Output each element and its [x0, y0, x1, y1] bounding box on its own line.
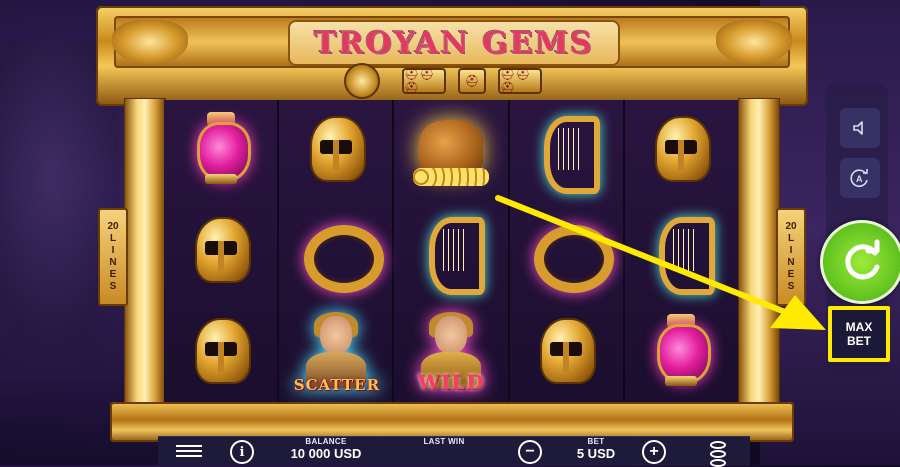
max-bet-button[interactable]: MAX BET	[828, 306, 890, 362]
gold-harp-symbol	[643, 211, 719, 295]
gold-harp-symbol	[528, 110, 604, 195]
reel-column: SCATTER	[279, 100, 393, 402]
lines-letter: I	[111, 245, 115, 256]
info-icon: i	[239, 444, 245, 460]
coins-button[interactable]	[710, 441, 726, 467]
lines-letter: N	[109, 257, 117, 268]
coin-stack-icon	[710, 441, 726, 449]
scroll-ornament-right	[716, 20, 792, 64]
lines-indicator-right: 20 L I N E S	[776, 208, 806, 306]
gold-helmet-symbol	[298, 110, 374, 190]
plus-icon: +	[649, 443, 659, 460]
reel-column	[624, 100, 738, 402]
reel-cell	[625, 201, 738, 302]
lines-letter: E	[109, 269, 117, 280]
balance-value: 10 000 USD	[290, 446, 362, 461]
reel-cell: SCATTER	[279, 301, 392, 402]
column-left	[124, 98, 166, 406]
reel-cell	[164, 100, 277, 201]
reel-cell	[164, 201, 277, 302]
scatter-label: SCATTER	[293, 375, 381, 394]
decrease-bet-button[interactable]: −	[518, 440, 542, 464]
gold-ring-symbol	[528, 211, 615, 293]
lines-number: 20	[107, 221, 119, 232]
autoplay-icon: A	[850, 169, 868, 187]
balance-label: BALANCE	[305, 437, 347, 446]
bet-value: 5 USD	[576, 446, 616, 461]
speaker-icon	[853, 121, 863, 135]
reel-cell	[394, 201, 507, 302]
gold-harp-symbol	[413, 211, 489, 295]
column-right	[738, 98, 780, 406]
max-bet-label-line1: MAX	[845, 320, 873, 334]
treasure-bag-symbol	[412, 110, 489, 190]
pink-vase-symbol	[643, 312, 719, 392]
reel-grid: SCATTER WILD	[164, 100, 738, 402]
wild-warrior-symbol: WILD	[413, 311, 489, 394]
pink-vase-symbol	[183, 110, 259, 190]
max-bet-label-line2: BET	[847, 334, 871, 348]
last-win-label: LAST WIN	[423, 437, 465, 446]
lines-indicator-left: 20 L I N E S	[98, 208, 128, 306]
reel-cell: WILD	[394, 301, 507, 402]
gold-helmet-symbol	[183, 211, 259, 291]
balance-display: BALANCE 10 000 USD	[276, 437, 376, 461]
reel-cell	[394, 100, 507, 201]
reel-cell	[510, 100, 623, 201]
reel-column	[164, 100, 278, 402]
gold-helmet-symbol	[528, 312, 604, 392]
reel-cell	[279, 100, 392, 201]
spin-button[interactable]	[820, 220, 900, 304]
increase-bet-button[interactable]: +	[642, 440, 666, 464]
lines-letter: E	[787, 269, 795, 280]
reel-cell	[510, 201, 623, 302]
medallion-icon	[344, 63, 380, 99]
reel-cell	[510, 301, 623, 402]
frame-top: TROYAN GEMS ⛑⛑⛑ ⛑ ⛑⛑⛑	[96, 6, 808, 106]
reel-cell	[279, 201, 392, 302]
reel-cell	[164, 301, 277, 402]
gold-helmet-symbol	[643, 110, 719, 190]
lines-letter: N	[787, 257, 795, 268]
last-win-display: LAST WIN	[414, 437, 474, 446]
bet-display: BET 5 USD	[566, 437, 626, 461]
sound-button[interactable]	[840, 108, 880, 148]
helmet-badge-icon: ⛑⛑⛑	[498, 67, 542, 95]
helmet-badge-icon: ⛑	[458, 68, 486, 94]
menu-button[interactable]	[176, 442, 202, 460]
lines-letter: S	[109, 281, 117, 292]
lines-number: 20	[785, 221, 797, 232]
minus-icon: −	[525, 443, 535, 460]
bottom-bar: i BALANCE 10 000 USD LAST WIN − BET 5 US…	[158, 436, 750, 467]
lines-letter: S	[787, 281, 795, 292]
info-button[interactable]: i	[230, 440, 254, 464]
title-plaque: TROYAN GEMS	[288, 20, 620, 66]
scatter-helen-symbol: SCATTER	[294, 311, 379, 394]
spin-arrow-icon	[845, 239, 880, 280]
lines-letter: L	[109, 233, 117, 244]
scroll-ornament-left	[112, 20, 188, 64]
game-title: TROYAN GEMS	[314, 25, 594, 61]
reel-cell	[625, 100, 738, 201]
helmet-badge-icon: ⛑⛑⛑	[402, 67, 446, 95]
bet-label: BET	[587, 437, 605, 446]
wild-label: WILD	[417, 369, 485, 394]
gold-ring-symbol	[298, 211, 384, 293]
autoplay-button[interactable]: A	[840, 158, 880, 198]
reel-column: WILD	[394, 100, 508, 402]
reel-column	[509, 100, 623, 402]
gold-helmet-symbol	[183, 312, 259, 392]
svg-text:A: A	[856, 174, 863, 184]
reel-cell	[625, 301, 738, 402]
lines-letter: I	[789, 245, 793, 256]
lines-letter: L	[787, 233, 795, 244]
hamburger-icon	[176, 445, 202, 447]
